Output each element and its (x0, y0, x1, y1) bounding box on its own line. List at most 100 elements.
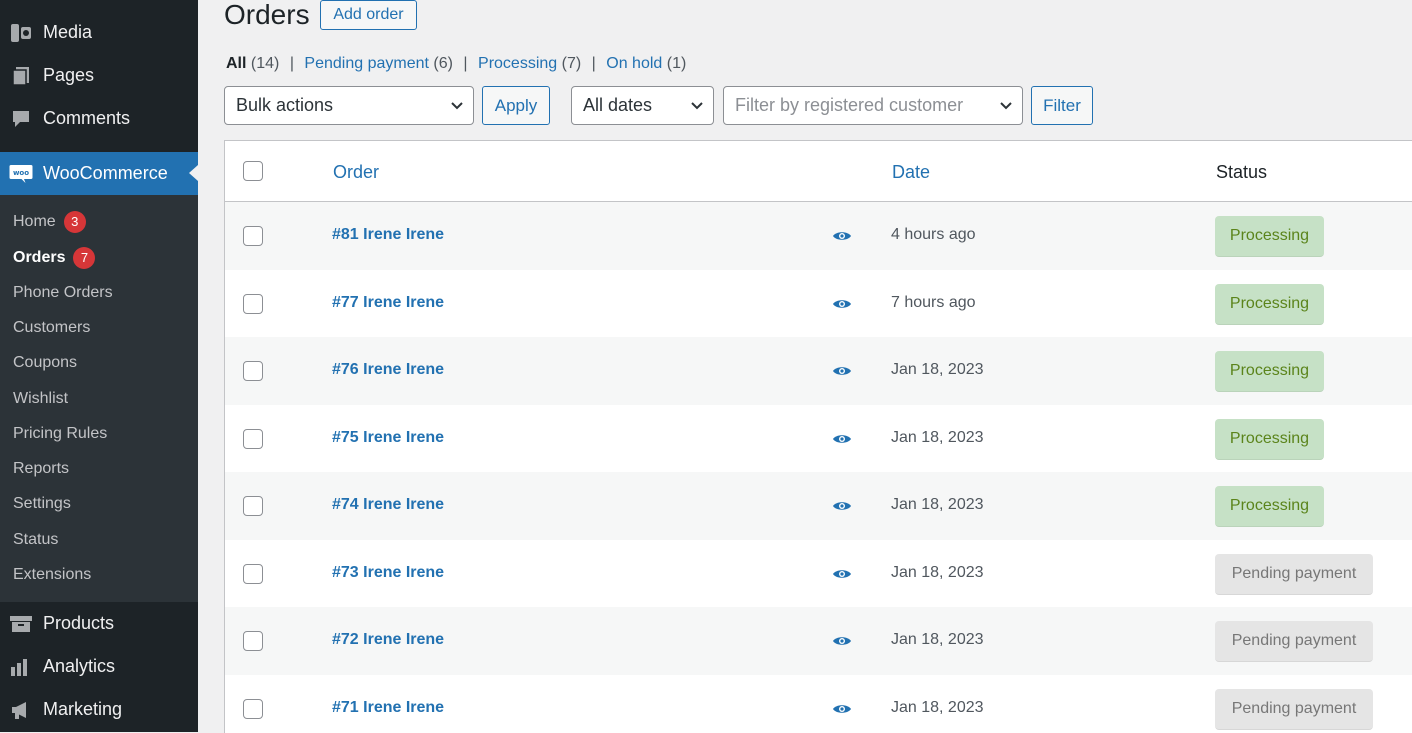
chevron-down-icon (690, 99, 704, 113)
row-checkbox[interactable] (243, 294, 263, 314)
table-row: #76 Irene Irene Jan 18, 2023 Processing (225, 337, 1412, 405)
order-date: Jan 18, 2023 (891, 699, 984, 717)
menu-item-media[interactable]: Media (0, 11, 198, 54)
woocommerce-submenu: Home 3 Orders 7 Phone Orders Customers C… (0, 195, 198, 602)
table-row: #71 Irene Irene Jan 18, 2023 Pending pay… (225, 675, 1412, 733)
view-all-count: (14) (251, 55, 279, 72)
preview-eye-icon[interactable] (832, 702, 852, 716)
menu-item-analytics[interactable]: Analytics (0, 645, 198, 688)
submenu-item-pricing-rules[interactable]: Pricing Rules (13, 422, 107, 446)
table-header: Order Date Status (225, 141, 1412, 202)
column-header-date[interactable]: Date (892, 162, 930, 183)
pages-icon (9, 65, 33, 87)
row-checkbox[interactable] (243, 564, 263, 584)
svg-text:woo: woo (13, 169, 29, 177)
table-row: #73 Irene Irene Jan 18, 2023 Pending pay… (225, 540, 1412, 608)
preview-eye-icon[interactable] (832, 499, 852, 513)
row-checkbox[interactable] (243, 496, 263, 516)
current-menu-arrow (189, 165, 198, 181)
submenu-item-home[interactable]: Home 3 (13, 210, 86, 234)
order-link[interactable]: #72 Irene Irene (332, 631, 444, 649)
menu-item-marketing[interactable]: Marketing (0, 688, 198, 731)
filter-button[interactable]: Filter (1031, 86, 1093, 125)
menu-item-label: WooCommerce (43, 163, 168, 184)
submenu-item-status[interactable]: Status (13, 528, 58, 552)
submenu-label: Home (13, 213, 56, 231)
order-link[interactable]: #71 Irene Irene (332, 699, 444, 717)
admin-sidebar: Media Pages Comments woo WooCommerce Hom… (0, 0, 198, 732)
preview-eye-icon[interactable] (832, 297, 852, 311)
menu-item-woocommerce[interactable]: woo WooCommerce (0, 152, 198, 195)
menu-item-label: Comments (43, 108, 130, 129)
status-badge: Processing (1215, 486, 1324, 527)
apply-button[interactable]: Apply (482, 86, 550, 125)
preview-eye-icon[interactable] (832, 364, 852, 378)
woocommerce-logo-icon: woo (9, 163, 33, 185)
notification-badge: 3 (64, 211, 86, 233)
row-checkbox[interactable] (243, 699, 263, 719)
submenu-item-customers[interactable]: Customers (13, 316, 90, 340)
submenu-item-wishlist[interactable]: Wishlist (13, 387, 68, 411)
view-onhold-count: (1) (667, 55, 687, 72)
row-checkbox[interactable] (243, 631, 263, 651)
menu-item-label: Media (43, 22, 92, 43)
submenu-item-extensions[interactable]: Extensions (13, 563, 91, 587)
view-all-link[interactable]: All (226, 55, 246, 72)
menu-item-label: Pages (43, 65, 94, 86)
chevron-down-icon (999, 99, 1013, 113)
table-row: #75 Irene Irene Jan 18, 2023 Processing (225, 405, 1412, 473)
preview-eye-icon[interactable] (832, 634, 852, 648)
row-checkbox[interactable] (243, 429, 263, 449)
preview-eye-icon[interactable] (832, 229, 852, 243)
menu-item-label: Analytics (43, 656, 115, 677)
date-filter-select[interactable]: All dates (571, 86, 714, 125)
submenu-item-settings[interactable]: Settings (13, 492, 71, 516)
customer-filter-placeholder: Filter by registered customer (735, 95, 963, 116)
menu-item-pages[interactable]: Pages (0, 54, 198, 97)
order-link[interactable]: #73 Irene Irene (332, 564, 444, 582)
view-pending-count: (6) (433, 55, 453, 72)
view-separator: | (592, 55, 596, 72)
order-date: Jan 18, 2023 (891, 564, 984, 582)
row-checkbox[interactable] (243, 226, 263, 246)
analytics-icon (9, 656, 33, 678)
table-row: #77 Irene Irene 7 hours ago Processing (225, 270, 1412, 338)
order-link[interactable]: #81 Irene Irene (332, 226, 444, 244)
menu-item-comments[interactable]: Comments (0, 97, 198, 140)
orders-table: Order Date Status #81 Irene Irene 4 hour… (224, 140, 1412, 733)
preview-eye-icon[interactable] (832, 432, 852, 446)
order-date: Jan 18, 2023 (891, 631, 984, 649)
view-pending-link[interactable]: Pending payment (304, 55, 429, 72)
view-separator: | (463, 55, 467, 72)
status-badge: Pending payment (1215, 621, 1373, 662)
submenu-item-coupons[interactable]: Coupons (13, 351, 77, 375)
status-filter-links: All (14) | Pending payment (6) | Process… (226, 55, 686, 73)
column-header-order[interactable]: Order (333, 162, 379, 183)
menu-item-products[interactable]: Products (0, 602, 198, 645)
order-link[interactable]: #76 Irene Irene (332, 361, 444, 379)
order-link[interactable]: #74 Irene Irene (332, 496, 444, 514)
order-link[interactable]: #75 Irene Irene (332, 429, 444, 447)
page-title: Orders (224, 0, 310, 32)
marketing-icon (9, 699, 33, 721)
status-badge: Processing (1215, 419, 1324, 460)
notification-badge: 7 (73, 247, 95, 269)
submenu-item-orders[interactable]: Orders 7 (13, 246, 95, 270)
column-header-status: Status (1216, 162, 1267, 183)
submenu-label: Orders (13, 249, 65, 267)
submenu-item-reports[interactable]: Reports (13, 457, 69, 481)
products-icon (9, 613, 33, 635)
select-all-checkbox[interactable] (243, 161, 263, 181)
order-link[interactable]: #77 Irene Irene (332, 294, 444, 312)
submenu-item-phone-orders[interactable]: Phone Orders (13, 281, 113, 305)
view-processing-link[interactable]: Processing (478, 55, 557, 72)
bulk-actions-select[interactable]: Bulk actions (224, 86, 474, 125)
status-badge: Processing (1215, 216, 1324, 257)
preview-eye-icon[interactable] (832, 567, 852, 581)
row-checkbox[interactable] (243, 361, 263, 381)
view-onhold-link[interactable]: On hold (606, 55, 662, 72)
order-date: 7 hours ago (891, 294, 976, 312)
order-date: Jan 18, 2023 (891, 429, 984, 447)
customer-filter-select[interactable]: Filter by registered customer (723, 86, 1023, 125)
add-order-button[interactable]: Add order (320, 0, 417, 30)
